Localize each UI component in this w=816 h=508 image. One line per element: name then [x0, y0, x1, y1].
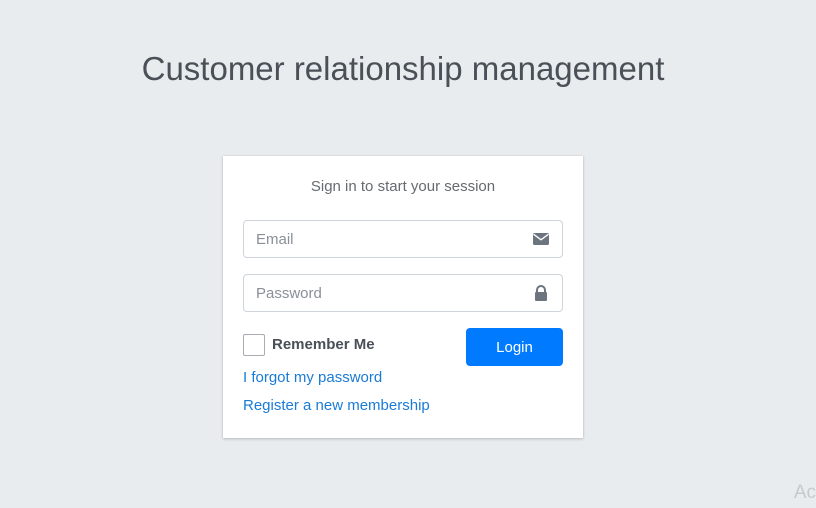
login-card: Sign in to start your session Remember M…	[223, 156, 583, 438]
activate-windows-watermark: Ac	[793, 482, 816, 503]
email-input[interactable]	[244, 221, 526, 257]
lock-icon	[532, 285, 550, 301]
register-membership-link[interactable]: Register a new membership	[243, 397, 430, 414]
email-field-group	[243, 220, 563, 258]
remember-me-checkbox[interactable]	[243, 334, 265, 356]
login-button[interactable]: Login	[466, 328, 563, 366]
page-title: Customer relationship management	[141, 50, 665, 87]
remember-me-label[interactable]: Remember Me	[272, 336, 375, 353]
login-page: Customer relationship management Sign in…	[0, 0, 816, 508]
password-input[interactable]	[244, 275, 526, 311]
login-subtitle: Sign in to start your session	[310, 178, 496, 195]
forgot-password-link[interactable]: I forgot my password	[243, 369, 382, 386]
envelope-icon	[532, 231, 550, 247]
password-field-group	[243, 274, 563, 312]
